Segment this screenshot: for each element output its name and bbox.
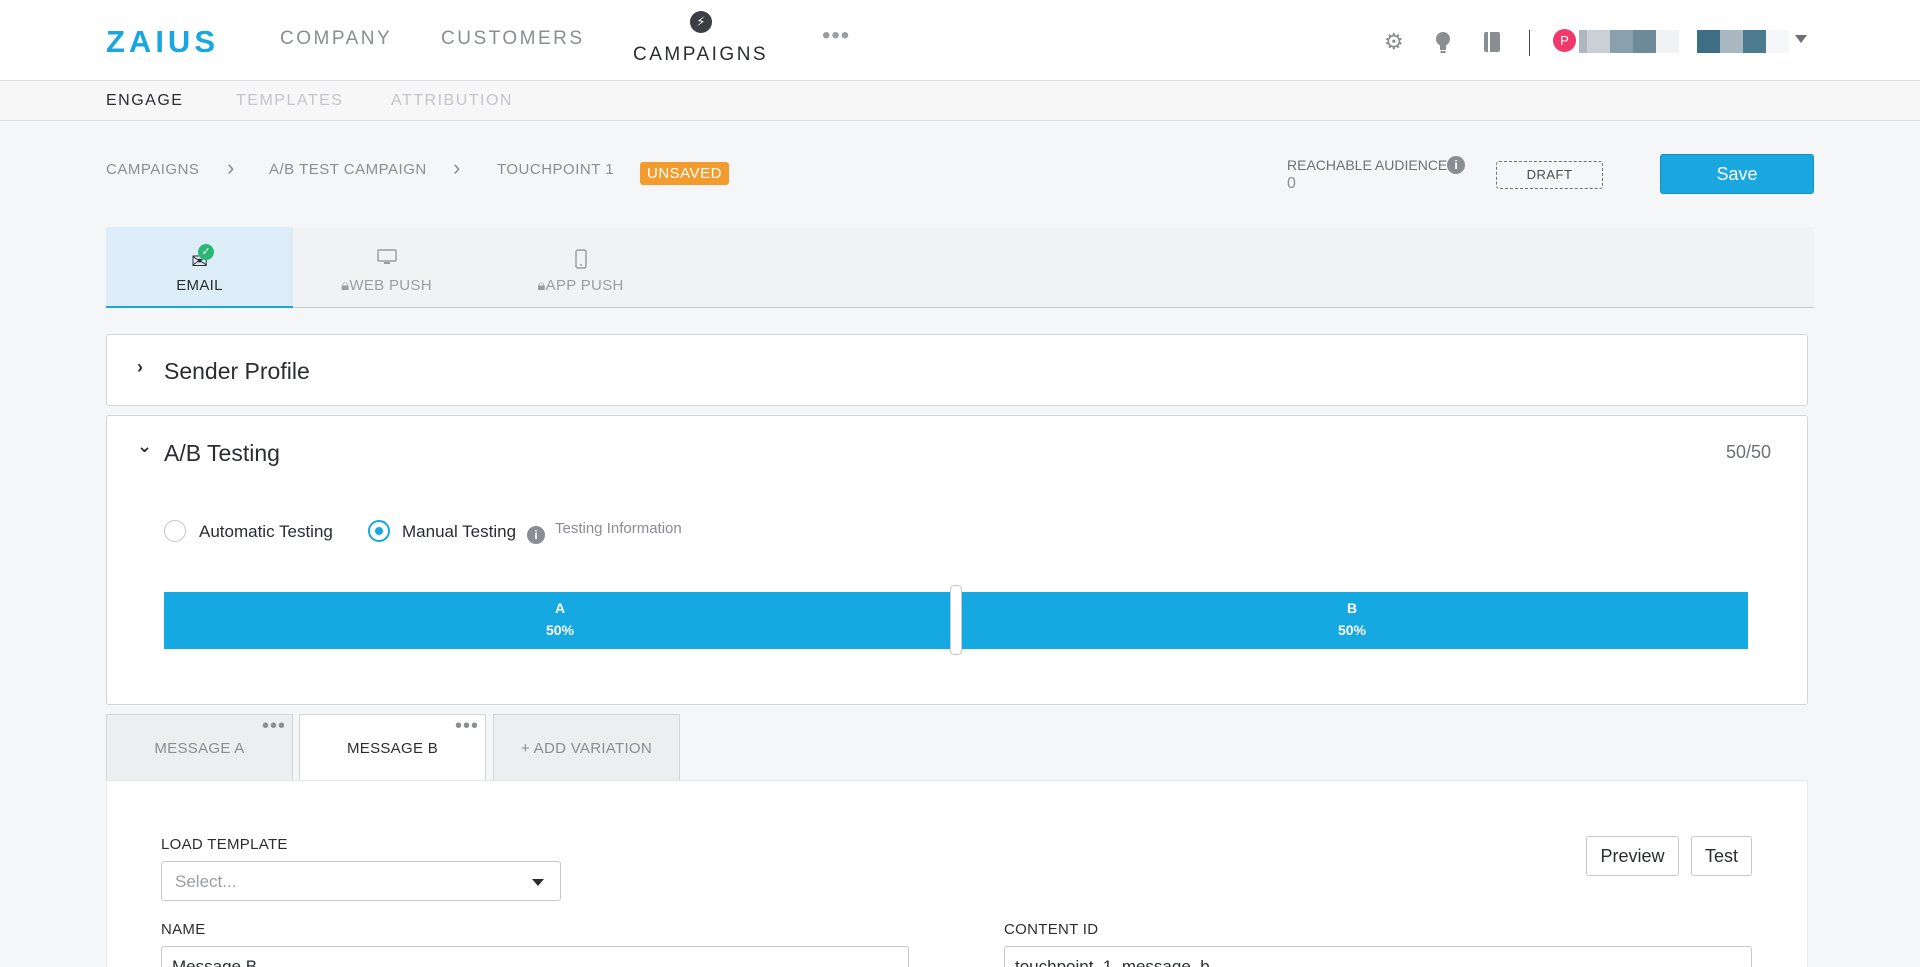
breadcrumb-campaign[interactable]: A/B TEST CAMPAIGN [269,161,427,178]
lightbulb-icon[interactable] [1433,30,1453,59]
name-input[interactable]: Message B [161,946,909,967]
reachable-audience-value: 0 [1287,175,1296,192]
sender-profile-panel[interactable]: › Sender Profile [106,334,1808,406]
name-value: Message B [172,957,258,967]
preview-button[interactable]: Preview [1586,836,1679,876]
sender-profile-title[interactable]: Sender Profile [164,358,310,385]
automatic-testing-radio[interactable] [164,520,186,542]
ab-testing-title[interactable]: A/B Testing [164,440,280,467]
nav-more-icon[interactable]: ••• [822,22,850,50]
variant-b-percent: 50% [1337,622,1367,638]
gear-icon[interactable]: ⚙ [1384,30,1404,54]
subnav-engage[interactable]: ENGAGE [106,92,183,110]
subnav-templates[interactable]: TEMPLATES [236,92,343,110]
info-icon[interactable]: i [527,526,545,544]
nav-company[interactable]: COMPANY [280,28,392,50]
breadcrumb-campaigns[interactable]: CAMPAIGNS [106,161,199,178]
user-name-redacted[interactable] [1697,30,1789,53]
tab-web-push[interactable]: 🔒︎WEB PUSH [293,227,480,308]
tab-web-push-label: 🔒︎WEB PUSH [341,277,432,294]
load-template-select[interactable]: Select... [161,861,561,901]
lightning-bolt-icon: ⚡ [690,11,712,33]
more-options-icon[interactable]: ••• [262,715,286,738]
header-divider [1529,30,1530,56]
variant-b-name: B [1346,600,1358,616]
save-button[interactable]: Save [1660,154,1814,194]
top-nav: ZAIUS COMPANY CUSTOMERS ⚡ CAMPAIGNS ••• … [0,0,1920,81]
chevron-right-icon: › [227,155,235,180]
variant-a-name: A [554,600,566,616]
content-id-value: touchpoint_1_message_b [1015,957,1210,967]
tab-message-b-label: MESSAGE B [346,740,439,757]
automatic-testing-label[interactable]: Automatic Testing [199,522,333,542]
manual-testing-label[interactable]: Manual Testing [402,522,516,542]
zaius-logo[interactable]: ZAIUS [106,24,219,60]
draft-status-badge: DRAFT [1496,161,1603,189]
chevron-down-icon[interactable] [1795,35,1807,43]
status-badge: UNSAVED [640,162,729,185]
checkmark-icon: ✓ [198,244,214,260]
load-template-label: LOAD TEMPLATE [161,836,288,853]
more-options-icon[interactable]: ••• [455,715,479,738]
info-icon[interactable]: i [1447,156,1465,174]
subnav-attribution[interactable]: ATTRIBUTION [391,92,513,110]
phone-icon [487,249,674,274]
message-editor: LOAD TEMPLATE Select... Preview Test NAM… [106,780,1808,967]
monitor-icon [293,249,480,270]
chevron-down-icon[interactable]: ⌄ [137,436,152,457]
add-variation-button[interactable]: + ADD VARIATION [493,714,680,781]
avatar[interactable]: P [1553,29,1576,52]
tab-email[interactable]: ✉ ✓ EMAIL [106,227,293,308]
account-name-redacted[interactable] [1579,30,1679,53]
content-id-label: CONTENT ID [1004,921,1099,938]
tab-app-push[interactable]: 🔒︎APP PUSH [487,227,674,308]
test-button[interactable]: Test [1691,836,1752,876]
variant-a-segment: A 50% [164,592,956,649]
testing-information-link[interactable]: Testing Information [555,520,682,537]
nav-campaigns[interactable]: CAMPAIGNS [633,44,768,66]
tab-app-push-label: 🔒︎APP PUSH [537,277,624,294]
reachable-audience-label: REACHABLE AUDIENCE [1287,157,1448,173]
tab-message-a[interactable]: MESSAGE A ••• [106,714,293,781]
breadcrumb-touchpoint: TOUCHPOINT 1 [497,161,615,178]
add-variation-label: + ADD VARIATION [520,740,653,757]
sub-nav: ENGAGE TEMPLATES ATTRIBUTION [0,81,1920,121]
ab-testing-panel: ⌄ A/B Testing 50/50 Automatic Testing Ma… [106,415,1808,705]
chevron-down-icon [532,879,544,886]
select-placeholder: Select... [175,872,237,891]
split-ratio: 50/50 [1725,442,1771,462]
book-icon[interactable] [1483,30,1501,59]
tab-email-label: EMAIL [176,277,223,294]
chevron-right-icon: › [453,155,461,180]
channel-tabs: ✉ ✓ EMAIL 🔒︎WEB PUSH 🔒︎APP PUSH [106,227,1814,308]
chevron-right-icon[interactable]: › [137,357,143,378]
lock-icon: 🔒︎ [537,277,546,294]
name-label: NAME [161,921,206,938]
tab-message-b[interactable]: MESSAGE B ••• [299,714,486,782]
manual-testing-radio[interactable] [368,520,390,542]
split-bar: A 50% B 50% [164,585,1748,655]
tab-message-a-label: MESSAGE A [154,740,245,757]
split-slider-handle[interactable] [950,585,962,655]
content-id-input[interactable]: touchpoint_1_message_b [1004,946,1752,967]
variant-a-percent: 50% [545,622,575,638]
nav-customers[interactable]: CUSTOMERS [441,28,585,50]
variant-b-segment: B 50% [956,592,1748,649]
